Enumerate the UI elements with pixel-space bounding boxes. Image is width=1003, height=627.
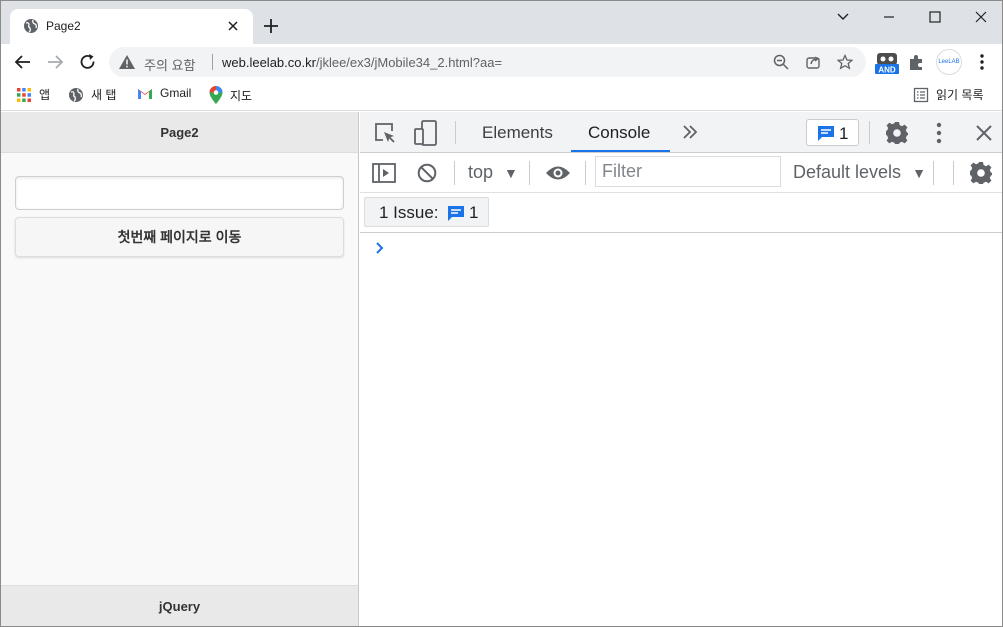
- warning-icon[interactable]: [119, 55, 135, 69]
- devtools-tab-bar: Elements Console 1: [360, 112, 1002, 153]
- zoom-icon[interactable]: [773, 54, 789, 70]
- bookmark-apps[interactable]: 앱: [16, 86, 50, 103]
- star-icon[interactable]: [837, 54, 853, 70]
- bookmark-new-tab[interactable]: 새 탭: [68, 86, 116, 103]
- leelab-profile-avatar[interactable]: LeeLAB: [936, 49, 962, 75]
- more-menu-icon[interactable]: [974, 53, 990, 71]
- clear-console-icon[interactable]: [417, 163, 437, 183]
- go-first-page-button[interactable]: 첫번째 페이지로 이동: [15, 217, 344, 257]
- and-extension-label: AND: [878, 66, 896, 75]
- bookmark-gmail[interactable]: Gmail: [137, 86, 191, 100]
- web-page: Page2 첫번째 페이지로 이동 jQuery: [1, 112, 359, 626]
- context-value: top: [468, 162, 494, 182]
- text-input[interactable]: [15, 176, 344, 210]
- devtools-separator: [529, 161, 530, 185]
- globe-icon: [24, 19, 38, 33]
- browser-toolbar: 주의 요함 web.leelab.co.kr/jklee/ex3/jMobile…: [1, 44, 1002, 80]
- url-path: /jklee/ex3/jMobile34_2.html?aa=: [315, 55, 503, 70]
- message-icon: [448, 206, 464, 221]
- tab-title: Page2: [46, 19, 81, 33]
- sidebar-toggle-icon[interactable]: [372, 163, 396, 183]
- log-levels-value: Default levels: [793, 162, 902, 182]
- omnibox-separator: [212, 54, 213, 70]
- dropdown-arrow-icon: ▼: [504, 165, 518, 181]
- filter-input[interactable]: Filter: [595, 156, 781, 187]
- devtools-separator: [953, 161, 954, 185]
- reading-list-icon: [913, 87, 929, 102]
- reload-icon[interactable]: [78, 52, 98, 72]
- map-pin-icon: [209, 86, 223, 104]
- url-host: web.leelab.co.kr: [222, 55, 316, 70]
- reading-list-label: 읽기 목록: [936, 88, 984, 102]
- tab-search-chevron-icon[interactable]: [833, 7, 853, 27]
- back-icon[interactable]: [13, 52, 33, 72]
- issues-counter-button[interactable]: 1: [806, 119, 859, 146]
- inspect-element-icon[interactable]: [374, 122, 396, 144]
- close-tab-icon[interactable]: [225, 18, 241, 34]
- apps-grid-icon: [17, 87, 31, 102]
- devtools-separator: [455, 121, 456, 144]
- issues-button[interactable]: 1 Issue: 1: [364, 197, 489, 227]
- reading-list[interactable]: 읽기 목록: [913, 86, 984, 103]
- share-icon[interactable]: [805, 54, 821, 70]
- devtools-panel: Elements Console 1 top ▼ Filter Default …: [360, 112, 1002, 626]
- issues-bar: 1 Issue: 1: [360, 193, 1002, 233]
- bookmarks-bar: 앱 새 탭 Gmail 지도 읽기 목록: [1, 80, 1002, 111]
- browser-tab[interactable]: Page2: [10, 9, 253, 44]
- issue-count: 1: [839, 124, 849, 143]
- devtools-separator: [454, 161, 455, 185]
- minimize-icon[interactable]: [879, 7, 899, 27]
- device-toolbar-icon[interactable]: [414, 120, 438, 146]
- browser-window: Page2 주의 요함 web.leelab.co.kr/jklee/ex3/j…: [0, 0, 1003, 627]
- active-tab-indicator: [571, 150, 670, 152]
- devtools-separator: [585, 161, 586, 185]
- tab-strip: Page2: [1, 1, 1002, 44]
- dropdown-arrow-icon: ▼: [912, 165, 926, 181]
- settings-gear-icon[interactable]: [885, 121, 909, 145]
- console-prompt-chevron-icon[interactable]: [374, 241, 386, 255]
- live-expression-eye-icon[interactable]: [545, 165, 571, 181]
- issues-count: 1: [469, 203, 479, 222]
- devtools-separator: [869, 121, 870, 144]
- page-header: Page2: [1, 112, 358, 153]
- new-tab-icon[interactable]: [262, 17, 280, 35]
- maximize-icon[interactable]: [925, 7, 945, 27]
- bookmark-gmail-label: Gmail: [160, 86, 192, 100]
- console-toolbar: top ▼ Filter Default levels ▼: [360, 153, 1002, 193]
- console-settings-gear-icon[interactable]: [969, 161, 993, 185]
- close-devtools-icon[interactable]: [975, 124, 993, 142]
- bookmark-apps-label: 앱: [39, 88, 51, 102]
- tab-elements[interactable]: Elements: [482, 123, 553, 143]
- gmail-icon: [138, 88, 152, 99]
- more-tabs-icon[interactable]: [682, 125, 698, 139]
- and-extension-icon[interactable]: AND: [874, 51, 900, 75]
- close-window-icon[interactable]: [971, 7, 991, 27]
- devtools-menu-icon[interactable]: [933, 122, 945, 144]
- puzzle-extensions-icon[interactable]: [908, 53, 926, 71]
- bookmark-new-tab-label: 새 탭: [91, 88, 117, 102]
- log-levels-dropdown[interactable]: Default levels ▼: [793, 162, 926, 183]
- page-footer: jQuery: [1, 585, 358, 626]
- issues-label: 1 Issue:: [379, 203, 439, 222]
- url-text[interactable]: web.leelab.co.kr/jklee/ex3/jMobile34_2.h…: [222, 55, 502, 70]
- forward-icon[interactable]: [45, 52, 65, 72]
- bookmark-maps-label: 지도: [230, 88, 253, 103]
- bookmark-maps[interactable]: 지도: [209, 86, 252, 104]
- devtools-separator: [933, 161, 934, 185]
- security-label[interactable]: 주의 요함: [144, 55, 195, 74]
- globe-icon: [69, 87, 83, 102]
- tab-console[interactable]: Console: [588, 123, 650, 143]
- context-selector[interactable]: top ▼: [468, 162, 518, 183]
- message-icon: [818, 126, 834, 141]
- address-bar[interactable]: 주의 요함 web.leelab.co.kr/jklee/ex3/jMobile…: [109, 47, 866, 77]
